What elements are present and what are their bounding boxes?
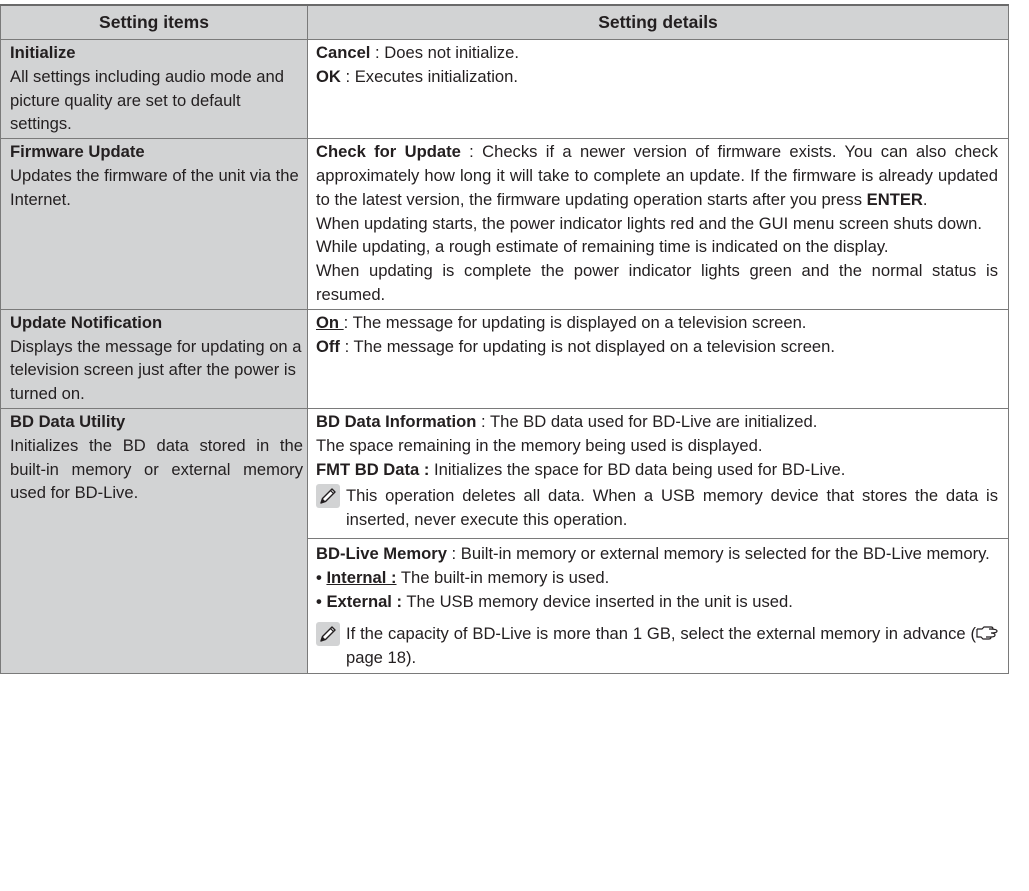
option-text: The built-in memory is used. (396, 567, 610, 587)
separator: : (343, 312, 353, 332)
option-label: On (316, 312, 344, 332)
option-label: Cancel (316, 43, 371, 62)
row-initialize: Initialize All settings including audio … (0, 38, 1009, 140)
separator: : (370, 43, 385, 62)
separator: : (339, 336, 354, 356)
option-text: Executes initialization. (354, 66, 518, 86)
option-text: Built-in memory or external memory is se… (460, 543, 990, 563)
item-description: All settings including audio mode and pi… (10, 66, 284, 134)
pencil-note-icon (316, 484, 340, 509)
item-title: Firmware Update (10, 142, 145, 162)
divider (308, 537, 1008, 539)
item-cell-bd-data: BD Data Utility Initializes the BD data … (0, 407, 308, 674)
option-text: Initializes the space for BD data being … (429, 459, 846, 479)
item-description: Initializes the BD data stored in the bu… (10, 435, 303, 503)
item-title: Update Notification (10, 312, 163, 332)
note-delete-warning: This operation deletes all data. When a … (316, 481, 998, 533)
separator: : (446, 543, 461, 563)
header-setting-details: Setting details (307, 4, 1009, 40)
separator: : (476, 411, 490, 431)
bullet-internal: • Internal : The built-in memory is used… (316, 566, 998, 590)
header-setting-items: Setting items (0, 4, 308, 40)
separator: : (460, 142, 483, 162)
bullet: • (316, 591, 322, 611)
item-cell-notification: Update Notification Displays the message… (0, 308, 308, 409)
separator: : (340, 66, 355, 86)
page-reference-link[interactable]: page 18 (346, 648, 406, 667)
pointing-hand-icon (976, 626, 998, 640)
option-text: Does not initialize. (384, 43, 519, 62)
detail-line-off: Off : The message for updating is not di… (316, 335, 998, 359)
item-cell-initialize: Initialize All settings including audio … (0, 38, 308, 140)
option-label: Off (316, 336, 340, 356)
note-body: If the capacity of BD-Live is more than … (346, 624, 976, 644)
option-label: External : (326, 591, 403, 611)
detail-cell-firmware: Check for Update : Checks if a newer ver… (307, 138, 1009, 310)
item-title: BD Data Utility (10, 411, 126, 431)
option-label: OK (316, 66, 341, 86)
item-description: Updates the firmware of the unit via the… (10, 165, 299, 209)
row-firmware-update: Firmware Update Updates the firmware of … (0, 138, 1009, 310)
settings-table: Setting items Setting details Initialize… (0, 4, 1009, 674)
table-header-row: Setting items Setting details (0, 4, 1009, 40)
item-description: Displays the message for updating on a t… (10, 336, 302, 404)
paragraph: While updating, a rough estimate of rema… (316, 237, 889, 257)
detail-line-ok: OK : Executes initialization. (316, 65, 998, 89)
option-label: FMT BD Data : (316, 459, 430, 479)
option-label: BD-Live Memory (316, 543, 447, 563)
detail-line-on: On : The message for updating is display… (316, 311, 998, 335)
paragraph: When updating starts, the power indicato… (316, 213, 982, 233)
note-capacity: If the capacity of BD-Live is more than … (316, 613, 998, 671)
enter-key-label: ENTER (866, 189, 923, 209)
note-text: This operation deletes all data. When a … (346, 486, 998, 530)
detail-line-cancel: Cancel : Does not initialize. (316, 41, 998, 65)
option-text: The BD data used for BD-Live are initial… (489, 411, 818, 431)
period: . (922, 189, 928, 209)
note-text: If the capacity of BD-Live is more than … (346, 622, 998, 670)
option-label: Check for Update (316, 142, 461, 162)
check-for-update-paragraph: Check for Update : Checks if a newer ver… (316, 140, 998, 211)
row-bd-data-utility: BD Data Utility Initializes the BD data … (0, 407, 1009, 674)
note-end: ). (405, 648, 417, 668)
option-text: The message for updating is not displaye… (353, 336, 836, 356)
item-cell-firmware: Firmware Update Updates the firmware of … (0, 138, 308, 310)
detail-cell-bd-data: BD Data Information : The BD data used f… (307, 407, 1009, 674)
bullet: • (316, 567, 322, 587)
bullet-external: • External : The USB memory device inser… (316, 590, 998, 614)
detail-cell-initialize: Cancel : Does not initialize. OK : Execu… (307, 38, 1009, 140)
option-text: The message for updating is displayed on… (352, 312, 807, 332)
paragraph: When updating is complete the power indi… (316, 261, 998, 304)
option-label: Internal : (326, 567, 397, 587)
fmt-bd-data-line: FMT BD Data : Initializes the space for … (316, 458, 998, 482)
bd-live-memory-line: BD-Live Memory : Built-in memory or exte… (316, 542, 998, 566)
detail-cell-notification: On : The message for updating is display… (307, 308, 1009, 409)
option-label: BD Data Information (316, 411, 477, 431)
option-text: The USB memory device inserted in the un… (402, 591, 793, 611)
paragraph: The space remaining in the memory being … (316, 435, 763, 455)
item-title: Initialize (10, 43, 76, 62)
pencil-note-icon (316, 622, 340, 647)
bd-data-information-line: BD Data Information : The BD data used f… (316, 410, 998, 434)
row-update-notification: Update Notification Displays the message… (0, 308, 1009, 409)
